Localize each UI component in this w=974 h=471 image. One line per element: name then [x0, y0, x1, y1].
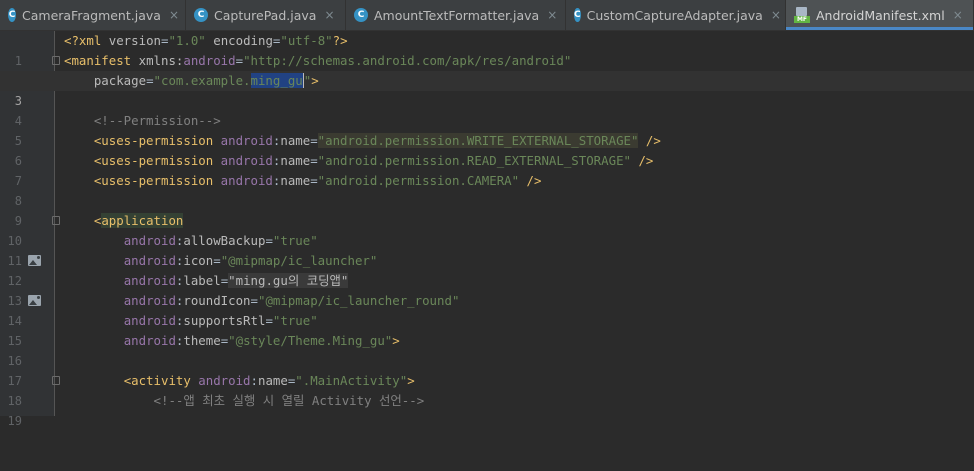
code-line: 15 android:supportsRtl="true" [0, 311, 974, 348]
java-class-icon: C [8, 8, 16, 22]
code-line: 16 android:theme="@style/Theme.Ming_gu"> [0, 331, 974, 368]
code-line: 13 android:label="ming.gu의 코딩앱" [0, 271, 974, 308]
line-content: android:supportsRtl="true" [123, 313, 318, 328]
tab-label: AmountTextFormatter.java [374, 7, 540, 23]
code-line: 6 <uses-permission android:name="android… [0, 131, 974, 168]
code-line: 14 android:roundIcon="@mipmap/ic_launche… [0, 291, 974, 328]
tab-custom-capture-adapter[interactable]: C CustomCaptureAdapter.java × [566, 0, 786, 30]
close-icon[interactable]: × [324, 8, 334, 22]
fold-toggle-icon[interactable] [52, 216, 60, 225]
tab-camera-fragment[interactable]: C CameraFragment.java × [0, 0, 186, 30]
fold-toggle-icon[interactable] [52, 376, 60, 385]
code-line: 5 <!--Permission--> [0, 111, 974, 148]
line-number: 19 [7, 414, 22, 428]
tab-label: AndroidManifest.xml [816, 7, 945, 23]
code-line: 4 [0, 91, 974, 128]
line-content: <activity android:name=".MainActivity"> [123, 373, 415, 388]
line-content: <uses-permission android:name="android.p… [93, 173, 542, 188]
line-content: <application [93, 213, 184, 228]
line-content: package="com.example.ming_gu"> [93, 73, 319, 88]
code-line: 10 <application [0, 211, 974, 248]
code-line: 8 <uses-permission android:name="android… [0, 171, 974, 208]
close-icon[interactable]: × [547, 8, 557, 22]
line-content: <manifest xmlns:android="http://schemas.… [64, 53, 572, 68]
java-class-icon: C [194, 8, 208, 22]
line-content: <uses-permission android:name="android.p… [93, 153, 654, 168]
fold-toggle-icon[interactable] [52, 56, 60, 65]
code-line: 17 [0, 351, 974, 388]
close-icon[interactable]: × [953, 8, 963, 22]
tab-amount-text-formatter[interactable]: C AmountTextFormatter.java × [346, 0, 566, 30]
tab-label: CustomCaptureAdapter.java [586, 7, 763, 23]
code-line: 2 <manifest xmlns:android="http://schema… [0, 51, 974, 88]
line-content: <uses-permission android:name="android.p… [93, 133, 661, 148]
line-content: android:icon="@mipmap/ic_launcher" [123, 253, 378, 268]
manifest-file-icon: MF [794, 7, 810, 23]
code-line: 11 android:allowBackup="true" [0, 231, 974, 268]
line-content: android:theme="@style/Theme.Ming_gu"> [123, 333, 400, 348]
code-line-current: 3 package="com.example.ming_gu"> [0, 71, 974, 108]
image-icon[interactable] [28, 295, 41, 306]
close-icon[interactable]: × [771, 8, 781, 22]
line-content: android:label="ming.gu의 코딩앱" [123, 273, 349, 288]
java-class-icon: C [354, 8, 368, 22]
close-icon[interactable]: × [169, 8, 179, 22]
code-line: 18 <activity android:name=".MainActivity… [0, 371, 974, 408]
line-content: android:roundIcon="@mipmap/ic_launcher_r… [123, 293, 460, 308]
java-class-icon: C [574, 8, 581, 22]
line-content: <!--앱 최초 실행 시 열릴 Activity 선언--> [153, 393, 425, 408]
line-content: android:allowBackup="true" [123, 233, 318, 248]
code-line: 9 [0, 191, 974, 228]
editor-tab-bar: C CameraFragment.java × C CapturePad.jav… [0, 0, 974, 31]
tab-capture-pad[interactable]: C CapturePad.java × [186, 0, 346, 30]
line-content: <?xml version="1.0" encoding="utf-8"?> [64, 33, 348, 48]
code-line: 1 <?xml version="1.0" encoding="utf-8"?> [0, 31, 974, 68]
tab-label: CapturePad.java [214, 7, 317, 23]
tab-label: CameraFragment.java [22, 7, 161, 23]
tab-android-manifest[interactable]: MF AndroidManifest.xml × [786, 0, 974, 30]
line-content: <!--Permission--> [93, 113, 221, 128]
code-line: 7 <uses-permission android:name="android… [0, 151, 974, 188]
text-selection: ming_gu [250, 73, 304, 88]
code-line: 12 android:icon="@mipmap/ic_launcher" [0, 251, 974, 288]
code-line: 19 <!--앱 최초 실행 시 열릴 Activity 선언--> [0, 391, 974, 428]
image-icon[interactable] [28, 255, 41, 266]
